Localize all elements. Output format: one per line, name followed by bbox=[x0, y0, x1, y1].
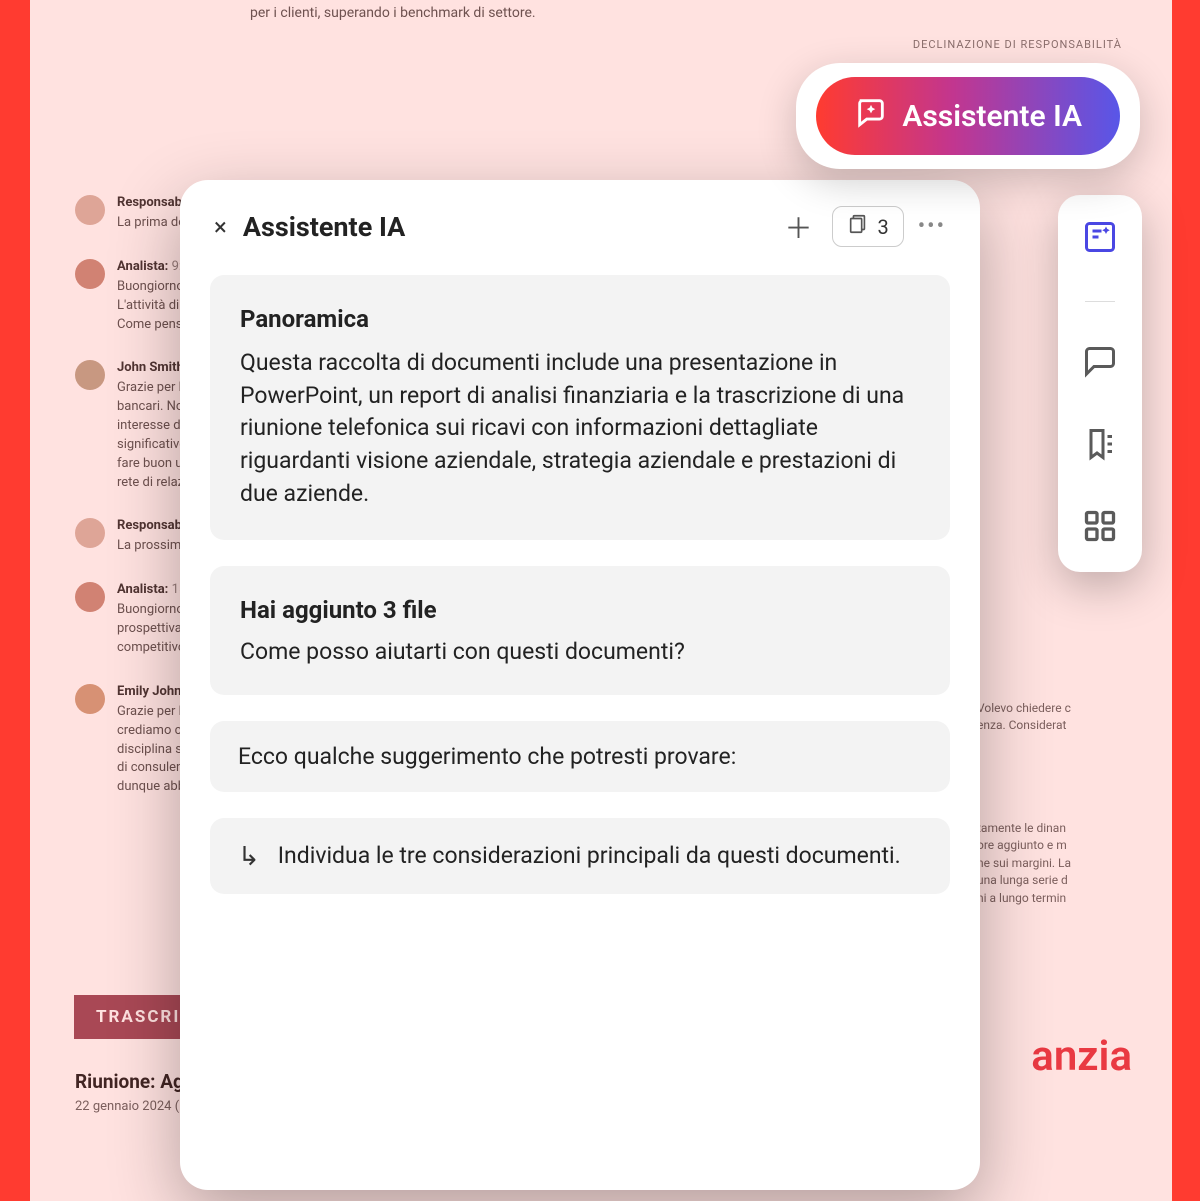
suggestion-text: Individua le tre considerazioni principa… bbox=[278, 840, 901, 871]
ai-assistant-panel: × Assistente IA ＋ 3 ••• Panoram bbox=[180, 180, 980, 1190]
bg-disclaimer-heading: DECLINAZIONE DI RESPONSABILITÀ bbox=[913, 38, 1122, 51]
ai-assistant-launcher-wrap: Assistente IA bbox=[796, 63, 1140, 169]
chat-sparkle-icon bbox=[854, 95, 888, 137]
close-icon: × bbox=[214, 213, 227, 241]
comment-icon bbox=[1082, 344, 1118, 384]
arrow-return-icon: ↳ bbox=[238, 842, 260, 872]
avatar bbox=[75, 259, 105, 289]
panel-body: Panoramica Questa raccolta di documenti … bbox=[180, 265, 980, 894]
close-button[interactable]: × bbox=[214, 213, 227, 241]
bg-right-fragment: tamente le dinan ore aggiunto e m ne sui… bbox=[977, 820, 1137, 907]
header-actions: ＋ 3 ••• bbox=[778, 206, 946, 247]
bg-top-text: per i clienti, superando i benchmark di … bbox=[250, 5, 536, 21]
grid-icon bbox=[1082, 508, 1118, 548]
files-added-text: Come posso aiutarti con questi documenti… bbox=[240, 638, 920, 665]
documents-icon bbox=[847, 213, 869, 240]
panel-title: Assistente IA bbox=[243, 211, 763, 243]
more-icon: ••• bbox=[918, 214, 946, 239]
avatar bbox=[75, 518, 105, 548]
files-added-card: Hai aggiunto 3 file Come posso aiutarti … bbox=[210, 566, 950, 695]
avatar bbox=[75, 582, 105, 612]
brand-fragment: anzia bbox=[1031, 1032, 1132, 1081]
speaker-label: Analista: bbox=[117, 259, 168, 274]
bookmark-list-icon bbox=[1082, 426, 1118, 466]
overview-card: Panoramica Questa raccolta di documenti … bbox=[210, 275, 950, 540]
rail-separator bbox=[1085, 301, 1115, 302]
suggestions-intro: Ecco qualche suggerimento che potresti p… bbox=[210, 721, 950, 792]
suggestion-item[interactable]: ↳ Individua le tre considerazioni princi… bbox=[210, 818, 950, 894]
more-menu-button[interactable]: ••• bbox=[918, 214, 946, 239]
new-chat-button[interactable]: ＋ bbox=[778, 207, 818, 247]
rail-ai-assistant-button[interactable] bbox=[1080, 219, 1120, 259]
avatar bbox=[75, 195, 105, 225]
rail-comment-button[interactable] bbox=[1080, 344, 1120, 384]
ai-assistant-launcher-button[interactable]: Assistente IA bbox=[816, 77, 1120, 155]
sparkle-note-icon bbox=[1082, 219, 1118, 259]
ai-assistant-launcher-label: Assistente IA bbox=[902, 99, 1082, 134]
right-toolbar bbox=[1058, 195, 1142, 572]
file-count: 3 bbox=[877, 215, 888, 239]
overview-text: Questa raccolta di documenti include una… bbox=[240, 347, 920, 510]
attached-files-button[interactable]: 3 bbox=[832, 206, 903, 247]
avatar bbox=[75, 360, 105, 390]
speaker-label: John Smith: bbox=[117, 360, 187, 375]
rail-bookmark-button[interactable] bbox=[1080, 426, 1120, 466]
avatar bbox=[75, 684, 105, 714]
panel-header: × Assistente IA ＋ 3 ••• bbox=[180, 180, 980, 265]
files-added-title: Hai aggiunto 3 file bbox=[240, 596, 920, 624]
rail-apps-button[interactable] bbox=[1080, 508, 1120, 548]
overview-title: Panoramica bbox=[240, 305, 920, 333]
bg-right-fragment: Volevo chiedere c enza. Considerat bbox=[977, 700, 1137, 735]
speaker-label: Analista: bbox=[117, 582, 168, 597]
plus-icon: ＋ bbox=[784, 207, 812, 247]
